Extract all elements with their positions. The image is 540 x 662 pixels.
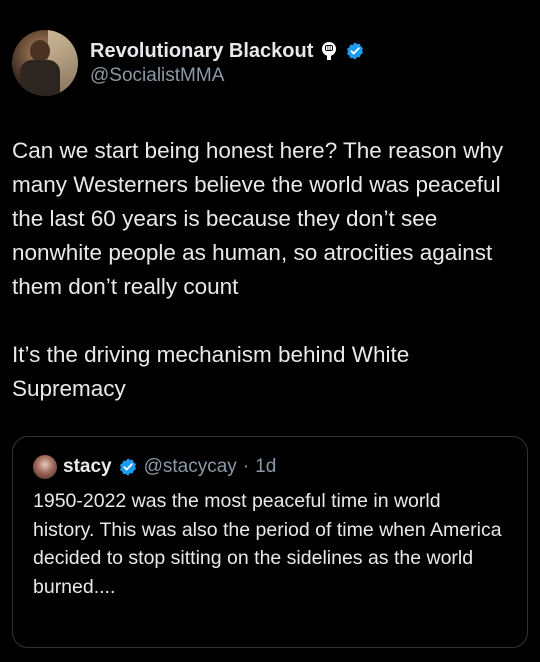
quoted-handle[interactable]: @stacycay — [144, 456, 237, 478]
timestamp[interactable]: 1d — [255, 456, 276, 478]
quoted-display-name[interactable]: stacy — [63, 456, 112, 478]
tweet-paragraph: Can we start being honest here? The reas… — [12, 138, 504, 299]
verified-badge-icon — [347, 42, 364, 60]
tweet-paragraph: It’s the driving mechanism behind White … — [12, 342, 410, 401]
separator-dot: · — [242, 456, 250, 477]
handle[interactable]: @SocialistMMA — [90, 65, 365, 87]
tweet-header: Revolutionary Blackout @SocialistMMA — [12, 30, 365, 96]
quoted-tweet-text: 1950-2022 was the most peaceful time in … — [33, 490, 502, 598]
name-row: Revolutionary Blackout — [90, 40, 365, 63]
tweet-body: Can we start being honest here? The reas… — [12, 134, 527, 406]
quoted-tweet[interactable]: stacy @stacycay · 1d 1950-2022 was the m… — [12, 436, 528, 648]
author-info: Revolutionary Blackout @SocialistMMA — [90, 40, 365, 87]
avatar[interactable] — [33, 455, 57, 479]
verified-badge-icon — [119, 458, 136, 476]
avatar[interactable] — [12, 30, 78, 96]
raised-fist-icon — [322, 42, 337, 60]
quoted-tweet-header: stacy @stacycay · 1d — [33, 455, 507, 479]
display-name[interactable]: Revolutionary Blackout — [90, 40, 313, 63]
